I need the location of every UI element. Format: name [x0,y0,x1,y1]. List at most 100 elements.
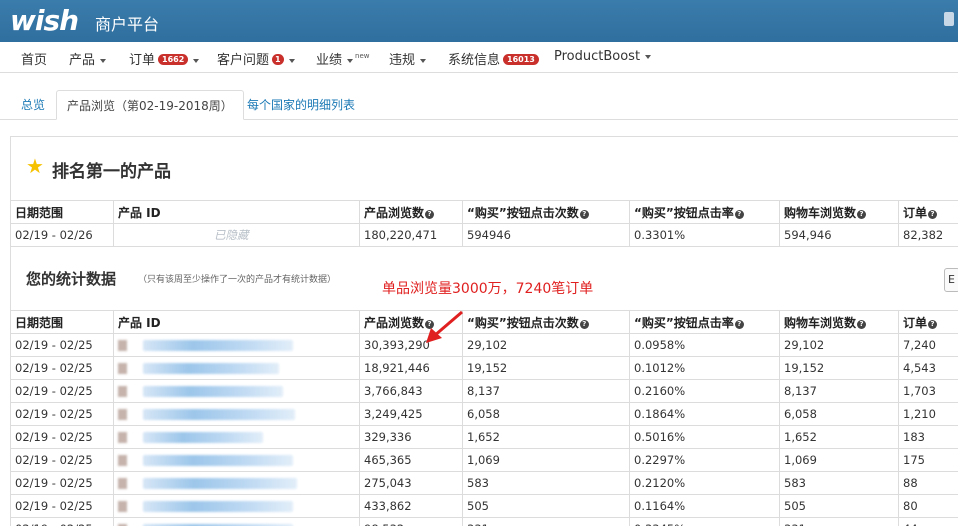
cell-product-id-blurred[interactable] [113,517,360,526]
product-thumbnail [118,363,127,374]
cell-views: 329,336 [359,425,463,449]
stats-title: 您的统计数据 [26,270,117,288]
count-badge: 1662 [158,54,189,65]
table-header-row: 日期范围 产品 ID 产品浏览数? “购买”按钮点击次数? “购买”按钮点击率?… [10,310,958,334]
nav-customer-issues[interactable]: 客户问题 1 [217,49,295,68]
cell-product-id-blurred[interactable] [113,333,360,357]
table-row[interactable]: 02/19 - 02/25 275,043 583 0.2120% 583 88 [10,471,958,495]
table-row[interactable]: 02/19 - 02/25 30,393,290 29,102 0.0958% 29,1… [10,333,958,357]
cell-views: 465,365 [359,448,463,472]
col-buy-clicks-label: “购买”按钮点击次数 [467,315,579,330]
product-thumbnail [118,432,127,443]
cell-views: 18,921,446 [359,356,463,380]
nav-products[interactable]: 产品 [69,49,107,68]
cell-orders: 1,703 [898,379,958,403]
cell-buy-rate: 0.0958% [629,333,780,357]
cell-product-id-blurred[interactable] [113,402,360,426]
cell-product-id-blurred[interactable] [113,448,360,472]
top-product-table: 日期范围 产品 ID 产品浏览数? “购买”按钮点击次数? “购买”按钮点击率?… [10,200,958,247]
col-buy-rate-label: “购买”按钮点击率 [634,205,734,220]
col-product-id[interactable]: 产品 ID [113,200,360,224]
cell-views: 3,766,843 [359,379,463,403]
chevron-down-icon [100,58,107,63]
wish-logo[interactable]: wish [10,4,79,37]
cell-buy-clicks: 505 [462,494,630,518]
table-row[interactable]: 02/19 - 02/25 3,249,425 6,058 0.1864% 6,058 1… [10,402,958,426]
tab-overview[interactable]: 总览 [21,90,45,120]
product-id-blurred [143,363,279,374]
table-row[interactable]: 02/19 - 02/25 18,921,446 19,152 0.1012% 19,1… [10,356,958,380]
nav-violations[interactable]: 违规 [389,49,427,68]
nav-label: 违规 [389,53,416,68]
export-button[interactable]: E [944,268,958,292]
cell-buy-clicks: 6,058 [462,402,630,426]
nav-label: 首页 [21,53,48,68]
col-buy-rate[interactable]: “购买”按钮点击率? [629,310,780,334]
col-cart-views[interactable]: 购物车浏览数? [779,310,899,334]
cell-buy-clicks: 8,137 [462,379,630,403]
main-nav: 首页 产品 订单 1662 客户问题 1 业绩 new 违规 系统信息 16013 Pr… [0,42,958,73]
product-thumbnail [118,478,127,489]
col-date[interactable]: 日期范围 [10,200,114,224]
count-badge: 16013 [503,54,539,65]
col-buy-clicks[interactable]: “购买”按钮点击次数? [462,200,630,224]
top-product-title-text: 排名第一的产品 [52,162,171,182]
cell-product-id-blurred[interactable] [113,494,360,518]
cell-orders: 175 [898,448,958,472]
cell-cart-views: 6,058 [779,402,899,426]
cell-orders: 82,382 [898,223,958,247]
col-orders[interactable]: 订单? [898,200,958,224]
tab-product-views[interactable]: 产品浏览（第02-19-2018周） [56,90,244,120]
col-date[interactable]: 日期范围 [10,310,114,334]
cell-buy-rate: 0.3301% [629,223,780,247]
cell-buy-rate: 0.1864% [629,402,780,426]
table-row[interactable]: 02/19 - 02/25 3,766,843 8,137 0.2160% 8,137 1… [10,379,958,403]
col-product-id[interactable]: 产品 ID [113,310,360,334]
help-icon[interactable]: ? [857,209,867,219]
nav-performance[interactable]: 业绩 new [316,49,369,68]
cell-product-id-blurred[interactable] [113,379,360,403]
cell-buy-rate: 0.5016% [629,425,780,449]
help-icon[interactable]: ? [425,209,435,219]
col-cart-views[interactable]: 购物车浏览数? [779,200,899,224]
cell-orders: 80 [898,494,958,518]
col-views[interactable]: 产品浏览数? [359,310,463,334]
col-buy-rate[interactable]: “购买”按钮点击率? [629,200,780,224]
nav-home[interactable]: 首页 [21,49,47,68]
help-icon[interactable]: ? [734,319,744,329]
nav-system-info[interactable]: 系统信息 16013 [448,49,539,68]
table-row[interactable]: 02/19 - 02/25 329,336 1,652 0.5016% 1,652 183 [10,425,958,449]
user-menu-icon[interactable] [944,12,954,26]
cell-buy-rate: 0.1164% [629,494,780,518]
help-icon[interactable]: ? [857,319,867,329]
table-row[interactable]: 02/19 - 02/25 433,862 505 0.1164% 505 80 [10,494,958,518]
col-orders[interactable]: 订单? [898,310,958,334]
nav-orders[interactable]: 订单 1662 [129,49,200,68]
stats-note: （只有该周至少操作了一次的产品才有统计数据） [138,275,337,285]
cell-product-id-blurred[interactable] [113,356,360,380]
help-icon[interactable]: ? [928,209,938,219]
cell-buy-rate: 0.1012% [629,356,780,380]
cell-product-id-blurred[interactable] [113,471,360,495]
nav-productboost[interactable]: ProductBoost [554,49,652,64]
help-icon[interactable]: ? [579,209,589,219]
cell-product-id-blurred[interactable] [113,425,360,449]
col-cart-views-label: 购物车浏览数 [784,315,857,330]
platform-title: 商户平台 [95,15,160,34]
tab-country-list[interactable]: 每个国家的明细列表 [247,90,355,120]
help-icon[interactable]: ? [928,319,938,329]
table-row[interactable]: 02/19 - 02/2598,5323310.3345%33144 [10,517,958,526]
help-icon[interactable]: ? [579,319,589,329]
col-orders-label: 订单 [903,205,928,220]
col-buy-clicks[interactable]: “购买”按钮点击次数? [462,310,630,334]
help-icon[interactable]: ? [425,319,435,329]
cell-orders: 1,210 [898,402,958,426]
col-views[interactable]: 产品浏览数? [359,200,463,224]
cell-date: 02/19 - 02/25 [10,425,114,449]
product-id-blurred [143,340,293,351]
cell-buy-clicks: 1,069 [462,448,630,472]
help-icon[interactable]: ? [734,209,744,219]
cell-date: 02/19 - 02/26 [10,223,114,247]
cell-orders: 88 [898,471,958,495]
table-row[interactable]: 02/19 - 02/25 465,365 1,069 0.2297% 1,069 175 [10,448,958,472]
